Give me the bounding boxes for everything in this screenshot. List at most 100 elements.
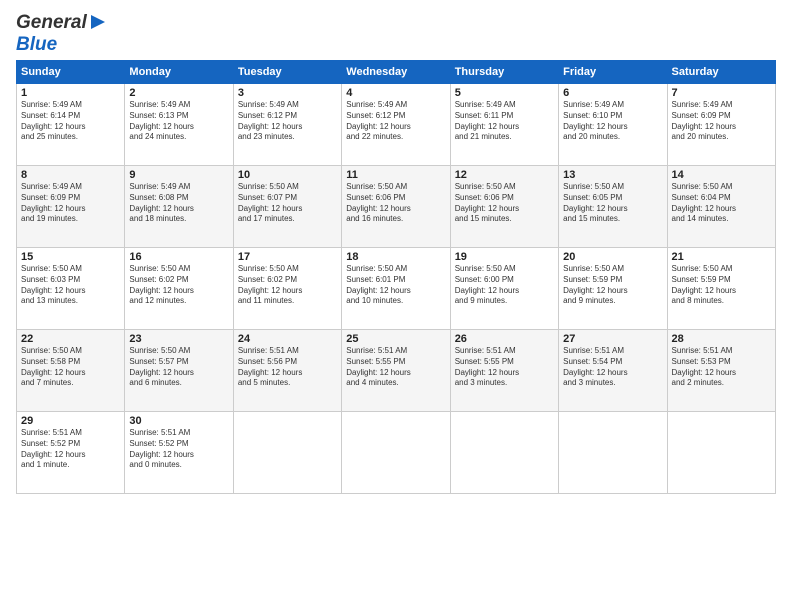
cell-info: Sunrise: 5:49 AMSunset: 6:08 PMDaylight:… [129,182,228,225]
cell-info: Sunrise: 5:50 AMSunset: 6:07 PMDaylight:… [238,182,337,225]
day-number: 16 [129,251,228,263]
cell-info: Sunrise: 5:50 AMSunset: 6:03 PMDaylight:… [21,264,120,307]
cell-info: Sunrise: 5:50 AMSunset: 6:06 PMDaylight:… [455,182,554,225]
week-row-3: 15Sunrise: 5:50 AMSunset: 6:03 PMDayligh… [17,248,776,330]
calendar-cell [559,412,667,494]
cell-info: Sunrise: 5:51 AMSunset: 5:54 PMDaylight:… [563,346,662,389]
cell-info: Sunrise: 5:51 AMSunset: 5:53 PMDaylight:… [672,346,771,389]
weekday-header-thursday: Thursday [450,61,558,84]
cell-info: Sunrise: 5:50 AMSunset: 6:06 PMDaylight:… [346,182,445,225]
cell-info: Sunrise: 5:50 AMSunset: 6:02 PMDaylight:… [238,264,337,307]
day-number: 7 [672,87,771,99]
cell-info: Sunrise: 5:49 AMSunset: 6:13 PMDaylight:… [129,100,228,143]
day-number: 5 [455,87,554,99]
calendar-cell: 30Sunrise: 5:51 AMSunset: 5:52 PMDayligh… [125,412,233,494]
day-number: 9 [129,169,228,181]
calendar-cell: 3Sunrise: 5:49 AMSunset: 6:12 PMDaylight… [233,84,341,166]
cell-info: Sunrise: 5:50 AMSunset: 5:59 PMDaylight:… [563,264,662,307]
day-number: 26 [455,333,554,345]
calendar-cell: 10Sunrise: 5:50 AMSunset: 6:07 PMDayligh… [233,166,341,248]
week-row-4: 22Sunrise: 5:50 AMSunset: 5:58 PMDayligh… [17,330,776,412]
day-number: 28 [672,333,771,345]
day-number: 3 [238,87,337,99]
calendar-cell: 8Sunrise: 5:49 AMSunset: 6:09 PMDaylight… [17,166,125,248]
day-number: 17 [238,251,337,263]
day-number: 22 [21,333,120,345]
day-number: 1 [21,87,120,99]
calendar-cell: 12Sunrise: 5:50 AMSunset: 6:06 PMDayligh… [450,166,558,248]
calendar-cell: 11Sunrise: 5:50 AMSunset: 6:06 PMDayligh… [342,166,450,248]
calendar-cell: 19Sunrise: 5:50 AMSunset: 6:00 PMDayligh… [450,248,558,330]
logo-flag-icon [89,13,107,31]
calendar-cell: 15Sunrise: 5:50 AMSunset: 6:03 PMDayligh… [17,248,125,330]
weekday-header-monday: Monday [125,61,233,84]
day-number: 19 [455,251,554,263]
calendar-cell: 17Sunrise: 5:50 AMSunset: 6:02 PMDayligh… [233,248,341,330]
logo-blue: Blue [16,34,57,55]
calendar-cell: 4Sunrise: 5:49 AMSunset: 6:12 PMDaylight… [342,84,450,166]
calendar-cell: 9Sunrise: 5:49 AMSunset: 6:08 PMDaylight… [125,166,233,248]
cell-info: Sunrise: 5:49 AMSunset: 6:10 PMDaylight:… [563,100,662,143]
calendar-cell: 22Sunrise: 5:50 AMSunset: 5:58 PMDayligh… [17,330,125,412]
day-number: 25 [346,333,445,345]
day-number: 11 [346,169,445,181]
calendar-cell: 23Sunrise: 5:50 AMSunset: 5:57 PMDayligh… [125,330,233,412]
day-number: 14 [672,169,771,181]
calendar-table: SundayMondayTuesdayWednesdayThursdayFrid… [16,60,776,494]
cell-info: Sunrise: 5:49 AMSunset: 6:14 PMDaylight:… [21,100,120,143]
calendar-cell: 16Sunrise: 5:50 AMSunset: 6:02 PMDayligh… [125,248,233,330]
cell-info: Sunrise: 5:49 AMSunset: 6:12 PMDaylight:… [238,100,337,143]
day-number: 18 [346,251,445,263]
cell-info: Sunrise: 5:51 AMSunset: 5:52 PMDaylight:… [129,428,228,471]
calendar-cell: 14Sunrise: 5:50 AMSunset: 6:04 PMDayligh… [667,166,775,248]
calendar-cell: 5Sunrise: 5:49 AMSunset: 6:11 PMDaylight… [450,84,558,166]
logo: General Blue [16,12,107,56]
week-row-5: 29Sunrise: 5:51 AMSunset: 5:52 PMDayligh… [17,412,776,494]
calendar-cell: 21Sunrise: 5:50 AMSunset: 5:59 PMDayligh… [667,248,775,330]
calendar-cell: 20Sunrise: 5:50 AMSunset: 5:59 PMDayligh… [559,248,667,330]
calendar-cell [450,412,558,494]
cell-info: Sunrise: 5:50 AMSunset: 5:57 PMDaylight:… [129,346,228,389]
calendar-cell: 26Sunrise: 5:51 AMSunset: 5:55 PMDayligh… [450,330,558,412]
calendar-cell: 24Sunrise: 5:51 AMSunset: 5:56 PMDayligh… [233,330,341,412]
cell-info: Sunrise: 5:50 AMSunset: 5:59 PMDaylight:… [672,264,771,307]
cell-info: Sunrise: 5:49 AMSunset: 6:09 PMDaylight:… [672,100,771,143]
cell-info: Sunrise: 5:51 AMSunset: 5:56 PMDaylight:… [238,346,337,389]
calendar-cell: 29Sunrise: 5:51 AMSunset: 5:52 PMDayligh… [17,412,125,494]
cell-info: Sunrise: 5:50 AMSunset: 6:01 PMDaylight:… [346,264,445,307]
day-number: 24 [238,333,337,345]
weekday-header-tuesday: Tuesday [233,61,341,84]
cell-info: Sunrise: 5:49 AMSunset: 6:09 PMDaylight:… [21,182,120,225]
weekday-header-row: SundayMondayTuesdayWednesdayThursdayFrid… [17,61,776,84]
calendar-cell: 18Sunrise: 5:50 AMSunset: 6:01 PMDayligh… [342,248,450,330]
calendar-cell: 13Sunrise: 5:50 AMSunset: 6:05 PMDayligh… [559,166,667,248]
calendar-cell: 7Sunrise: 5:49 AMSunset: 6:09 PMDaylight… [667,84,775,166]
calendar-cell [342,412,450,494]
calendar-cell: 1Sunrise: 5:49 AMSunset: 6:14 PMDaylight… [17,84,125,166]
day-number: 20 [563,251,662,263]
calendar-cell: 6Sunrise: 5:49 AMSunset: 6:10 PMDaylight… [559,84,667,166]
day-number: 13 [563,169,662,181]
day-number: 21 [672,251,771,263]
cell-info: Sunrise: 5:51 AMSunset: 5:55 PMDaylight:… [346,346,445,389]
week-row-2: 8Sunrise: 5:49 AMSunset: 6:09 PMDaylight… [17,166,776,248]
day-number: 30 [129,415,228,427]
calendar-cell [233,412,341,494]
header: General Blue [16,12,776,56]
calendar-cell [667,412,775,494]
weekday-header-sunday: Sunday [17,61,125,84]
cell-info: Sunrise: 5:50 AMSunset: 5:58 PMDaylight:… [21,346,120,389]
day-number: 4 [346,87,445,99]
week-row-1: 1Sunrise: 5:49 AMSunset: 6:14 PMDaylight… [17,84,776,166]
day-number: 10 [238,169,337,181]
cell-info: Sunrise: 5:51 AMSunset: 5:52 PMDaylight:… [21,428,120,471]
day-number: 8 [21,169,120,181]
day-number: 2 [129,87,228,99]
day-number: 27 [563,333,662,345]
page: General Blue SundayMondayTuesdayWednesda… [0,0,792,612]
calendar-cell: 2Sunrise: 5:49 AMSunset: 6:13 PMDaylight… [125,84,233,166]
cell-info: Sunrise: 5:50 AMSunset: 6:04 PMDaylight:… [672,182,771,225]
weekday-header-friday: Friday [559,61,667,84]
day-number: 23 [129,333,228,345]
cell-info: Sunrise: 5:51 AMSunset: 5:55 PMDaylight:… [455,346,554,389]
